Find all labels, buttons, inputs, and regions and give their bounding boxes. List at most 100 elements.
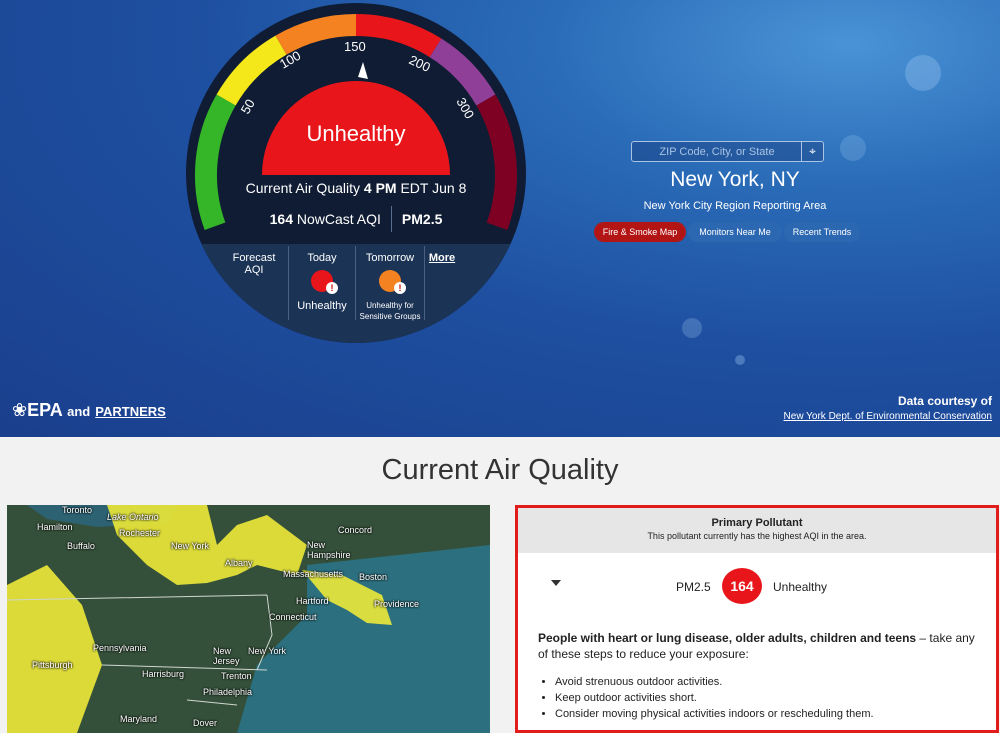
divider: [355, 246, 356, 320]
aqi-gauge: 50 100 150 200 300 Unhealthy: [194, 14, 518, 231]
gauge-segment-unhealthy: [355, 14, 442, 58]
map-label: Hamilton: [37, 522, 73, 532]
lens-flare: [735, 355, 745, 365]
map-label: Dover: [193, 718, 218, 728]
nowcast-label: NowCast AQI: [296, 211, 381, 227]
current-air-quality-line: Current Air Quality 4 PM EDT Jun 8: [186, 180, 526, 196]
map-label: Hartford: [296, 596, 329, 606]
and-text: and: [67, 404, 91, 419]
map-label: Albany: [225, 558, 253, 568]
gauge-segment-moderate: [216, 35, 287, 106]
gauge-segment-very-unhealthy: [429, 38, 496, 106]
partners-link[interactable]: PARTNERS: [95, 404, 166, 419]
location-search: ⌖: [631, 141, 824, 162]
map-label: Rochester: [119, 528, 161, 538]
map-label: Lake Ontario: [107, 512, 159, 522]
gauge-segment-good: [194, 94, 236, 231]
map-label: Concord: [338, 525, 373, 535]
current-pollutant: PM2.5: [392, 211, 452, 232]
gauge-tick-50: 50: [238, 96, 258, 116]
map-label: Connecticut: [269, 612, 317, 622]
reporting-area: New York City Region Reporting Area: [643, 200, 827, 212]
map-label: New York: [171, 541, 210, 551]
tomorrow-category-line1: Unhealthy for: [366, 301, 414, 310]
gauge-pointer: [358, 62, 368, 79]
gauge-segment-hazardous: [476, 94, 518, 231]
epa-logo[interactable]: ❀EPA and PARTNERS: [12, 400, 166, 421]
pollutant-name: PM2.5: [401, 211, 443, 227]
map-label: Philadelphia: [203, 687, 253, 697]
fire-smoke-map-button[interactable]: Fire & Smoke Map: [594, 222, 686, 242]
map-label: Pittsburgh: [32, 660, 73, 670]
map-label: Pennsylvania: [93, 643, 147, 653]
alert-icon: !: [394, 282, 406, 294]
aqi-map[interactable]: Toronto Hamilton Lake Ontario Rochester …: [7, 505, 490, 733]
category-label: Unhealthy: [306, 121, 405, 146]
map-label: New Jersey: [213, 646, 240, 666]
list-item: Keep outdoor activities short.: [555, 690, 978, 706]
panel-header: Primary Pollutant This pollutant current…: [518, 508, 996, 553]
lens-flare: [840, 135, 866, 161]
data-courtesy: Data courtesy of New York Dept. of Envir…: [784, 394, 992, 422]
map-label: Providence: [374, 599, 420, 609]
health-advice: People with heart or lung disease, older…: [538, 630, 978, 722]
nowcast-value: 164: [269, 211, 293, 227]
crosshair-icon[interactable]: ⌖: [801, 142, 823, 161]
monitors-near-me-button[interactable]: Monitors Near Me: [688, 222, 782, 242]
map-label: New Hampshire: [307, 540, 351, 560]
primary-pollutant-panel: Primary Pollutant This pollutant current…: [515, 505, 999, 733]
today-label: Today: [307, 252, 337, 264]
search-input[interactable]: [632, 142, 802, 161]
today-aqi-dot: !: [311, 270, 338, 294]
pollutant-category: Unhealthy: [773, 580, 828, 594]
courtesy-source-link[interactable]: New York Dept. of Environmental Conserva…: [784, 411, 992, 422]
aqi-dial: 50 100 150 200 300 Unhealthy: [186, 3, 526, 343]
map-label: New York: [248, 646, 287, 656]
tomorrow-category-line2: Sensitive Groups: [359, 312, 421, 321]
pollutant-name: PM2.5: [676, 580, 711, 594]
current-time: 4 PM: [363, 180, 397, 196]
today-category: Unhealthy: [297, 300, 347, 312]
map-graphic: [7, 505, 490, 733]
list-item: Consider moving physical activities indo…: [555, 706, 978, 722]
gauge-tick-150: 150: [344, 39, 366, 54]
nowcast-aqi: 164 NowCast AQI: [260, 211, 391, 232]
lens-flare: [905, 55, 941, 91]
tomorrow-category: Unhealthy for Sensitive Groups: [357, 300, 423, 322]
courtesy-title: Data courtesy of: [897, 394, 992, 408]
city-name: New York, NY: [670, 168, 800, 191]
tomorrow-aqi-dot: !: [379, 270, 406, 294]
epa-flower-icon: ❀: [12, 400, 28, 420]
divider: [288, 246, 289, 320]
forecast-tomorrow: Tomorrow ! Unhealthy for Sensitive Group…: [357, 252, 423, 322]
advice-steps: Avoid strenuous outdoor activities. Keep…: [555, 674, 978, 722]
map-label: Harrisburg: [142, 669, 185, 679]
forecast-label: Forecast AQI: [222, 252, 286, 276]
current-label: Current Air Quality: [245, 180, 360, 196]
panel-title: Primary Pollutant: [711, 517, 803, 529]
more-link-text[interactable]: More: [429, 252, 455, 264]
advice-sensitive-groups: People with heart or lung disease, older…: [538, 631, 917, 645]
section-heading: Current Air Quality: [381, 454, 619, 486]
caret-down-icon[interactable]: [551, 580, 561, 586]
recent-trends-button[interactable]: Recent Trends: [784, 222, 860, 242]
forecast-more-link[interactable]: More: [428, 252, 456, 264]
map-label: Toronto: [62, 505, 93, 515]
map-label: Trenton: [221, 671, 252, 681]
list-item: Avoid strenuous outdoor activities.: [555, 674, 978, 690]
tomorrow-label: Tomorrow: [365, 252, 415, 264]
divider: [424, 246, 425, 320]
map-label: Boston: [359, 572, 388, 582]
map-label: Maryland: [120, 714, 158, 724]
panel-subtitle: This pollutant currently has the highest…: [647, 531, 867, 541]
aqi-summary: 164 NowCast AQI PM2.5: [186, 206, 526, 232]
lens-flare: [682, 318, 702, 338]
pollutant-row[interactable]: PM2.5 164 Unhealthy: [518, 568, 996, 604]
forecast-today: Today ! Unhealthy: [290, 252, 354, 312]
map-label: Massachusetts: [283, 569, 344, 579]
aqi-badge: 164: [722, 568, 762, 604]
epa-text: EPA: [27, 400, 63, 420]
current-date: EDT Jun 8: [400, 180, 467, 196]
alert-icon: !: [326, 282, 338, 294]
map-label: Buffalo: [67, 541, 95, 551]
